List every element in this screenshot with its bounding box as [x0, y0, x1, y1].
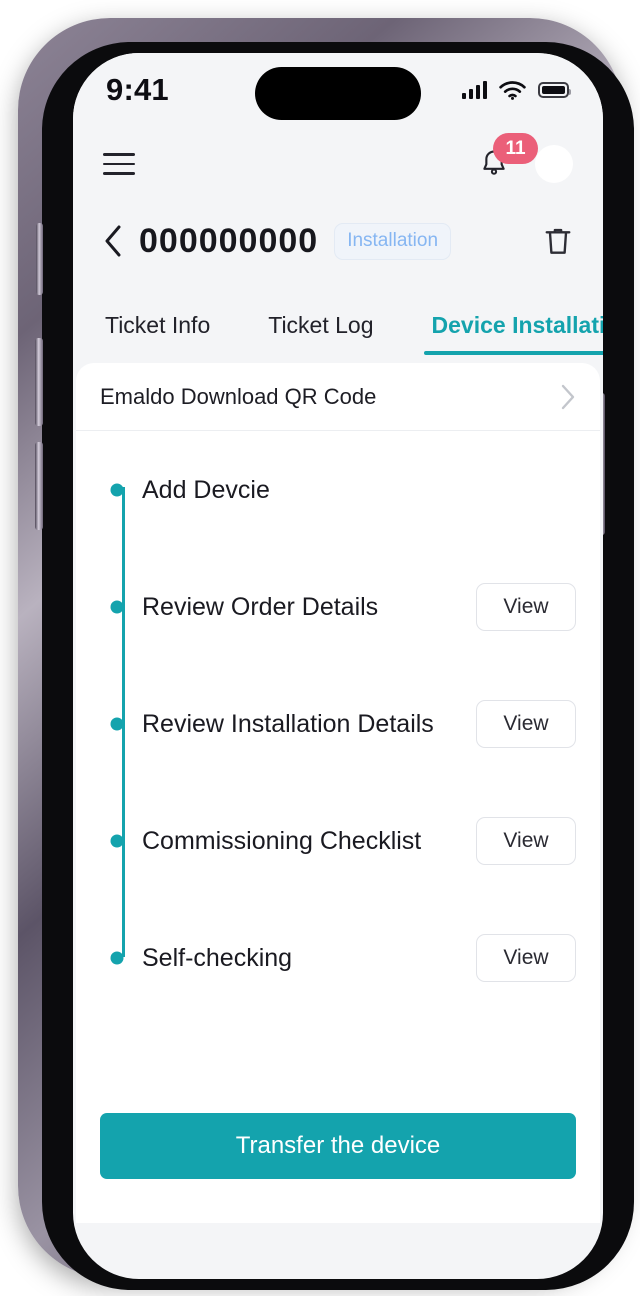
notification-badge: 11 — [493, 133, 538, 164]
timeline-step[interactable]: Review Installation Details View — [110, 695, 576, 753]
timeline-dot-icon — [110, 834, 124, 848]
view-button[interactable]: View — [476, 817, 576, 865]
timeline-step[interactable]: Review Order Details View — [110, 578, 576, 636]
volume-down-button[interactable] — [35, 442, 43, 530]
action-button[interactable] — [36, 223, 43, 295]
page-title: 000000000 — [139, 221, 319, 260]
volume-up-button[interactable] — [35, 338, 43, 426]
wifi-icon — [499, 80, 526, 100]
battery-full-icon — [538, 82, 571, 98]
timeline-step-label: Commissioning Checklist — [142, 826, 422, 855]
chevron-left-icon[interactable] — [103, 224, 123, 258]
dynamic-island — [255, 67, 421, 120]
tab-device-installation[interactable]: Device Installation — [423, 312, 603, 355]
tab-bar: Ticket Info Ticket Log Device Installati… — [73, 281, 603, 355]
transfer-device-button[interactable]: Transfer the device — [100, 1113, 576, 1179]
status-bar: 9:41 — [73, 53, 603, 127]
timeline-step-label: Self-checking — [142, 943, 293, 972]
screenshot-stage: 9:41 11 000000000 Installation Ticket In… — [0, 0, 640, 1296]
content-card: Emaldo Download QR Code Add Devcie Revie… — [76, 363, 600, 1223]
view-button[interactable]: View — [476, 700, 576, 748]
timeline-step[interactable]: Add Devcie — [110, 461, 576, 519]
timeline-step-label: Review Order Details — [142, 592, 379, 621]
tab-ticket-info[interactable]: Ticket Info — [97, 312, 218, 355]
notification-button[interactable]: 11 — [477, 133, 538, 181]
avatar[interactable] — [535, 145, 573, 183]
cellular-signal-icon — [461, 81, 487, 99]
timeline-step[interactable]: Commissioning Checklist View — [110, 812, 576, 870]
hamburger-menu-icon[interactable] — [103, 153, 135, 175]
view-button[interactable]: View — [476, 934, 576, 982]
page-header: 000000000 Installation — [73, 201, 603, 281]
flex-spacer — [76, 987, 600, 1113]
timeline-step-label: Add Devcie — [142, 475, 270, 504]
app-bar-actions: 11 — [477, 133, 573, 183]
qr-code-label: Emaldo Download QR Code — [100, 383, 377, 409]
app-bar: 11 — [73, 127, 603, 201]
timeline-dot-icon — [110, 951, 124, 965]
timeline-dot-icon — [110, 483, 124, 497]
status-indicators — [461, 80, 571, 100]
chevron-right-icon — [561, 384, 575, 409]
status-time: 9:41 — [106, 72, 169, 107]
tab-ticket-log[interactable]: Ticket Log — [260, 312, 381, 355]
qr-code-row[interactable]: Emaldo Download QR Code — [76, 363, 600, 431]
view-button[interactable]: View — [476, 583, 576, 631]
timeline-step[interactable]: Self-checking View — [110, 929, 576, 987]
footer-actions: Transfer the device — [76, 1113, 600, 1223]
timeline-step-label: Review Installation Details — [142, 709, 434, 738]
phone-frame: 9:41 11 000000000 Installation Ticket In… — [18, 18, 634, 1290]
installation-timeline: Add Devcie Review Order Details View Rev… — [76, 431, 600, 987]
trash-icon[interactable] — [543, 224, 573, 258]
timeline-dot-icon — [110, 717, 124, 731]
status-badge: Installation — [334, 222, 452, 260]
timeline-dot-icon — [110, 600, 124, 614]
phone-screen: 9:41 11 000000000 Installation Ticket In… — [73, 53, 603, 1279]
